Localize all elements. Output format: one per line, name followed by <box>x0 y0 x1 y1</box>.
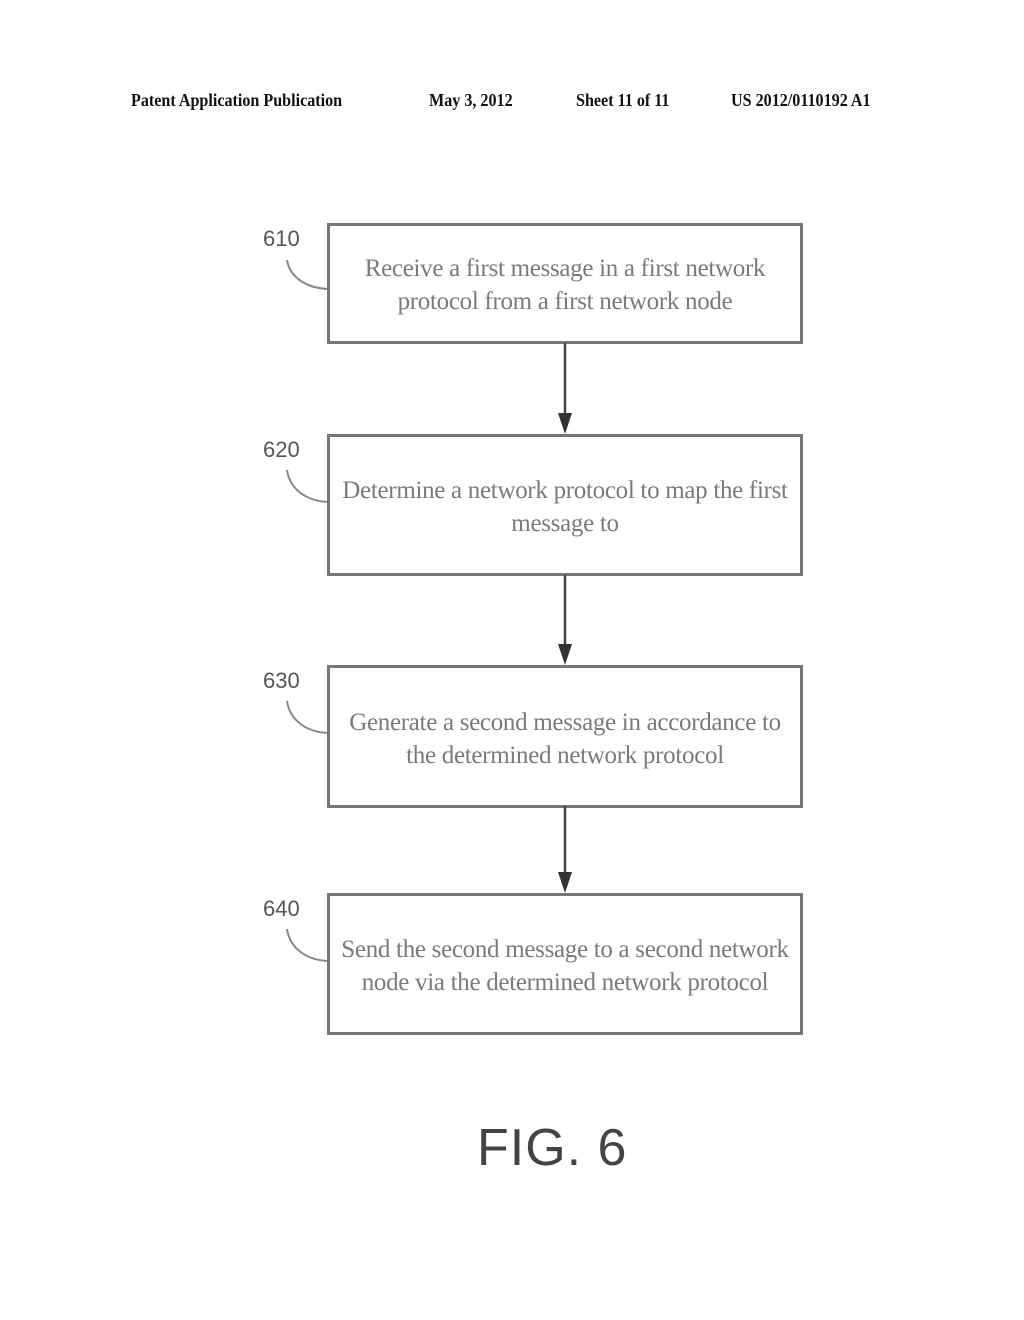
step-620-ref: 620 <box>263 437 300 462</box>
step-610-ref: 610 <box>263 226 300 251</box>
step-610-text-line2: protocol from a first network node <box>397 288 733 315</box>
step-620-text-line2: message to <box>511 510 619 537</box>
step-630-ref: 630 <box>263 668 300 693</box>
step-630-text-line1: Generate a second message in accordance … <box>349 709 781 736</box>
sheet-number: Sheet 11 of 11 <box>576 90 670 110</box>
arrow-620-to-630 <box>558 575 572 665</box>
arrow-610-to-620 <box>558 343 572 434</box>
step-630-leader-line <box>286 700 329 734</box>
step-640-leader-line <box>286 928 329 962</box>
step-630-box: Generate a second message in accordance … <box>327 665 803 808</box>
step-620-text-line1: Determine a network protocol to map the … <box>342 477 788 504</box>
page-header: Patent Application Publication May 3, 20… <box>131 90 891 112</box>
arrow-630-to-640 <box>558 806 572 893</box>
publication-type: Patent Application Publication <box>131 90 343 110</box>
step-630-text-line2: the determined network protocol <box>406 742 724 769</box>
step-640-text-line2: node via the determined network protocol <box>361 969 769 996</box>
step-620-box: Determine a network protocol to map the … <box>327 434 803 576</box>
step-610-leader-line <box>286 259 329 290</box>
publication-date: May 3, 2012 <box>429 90 513 110</box>
step-640-ref: 640 <box>263 896 300 921</box>
step-640-text-line1: Send the second message to a second netw… <box>341 936 789 963</box>
patent-number: US 2012/0110192 A1 <box>731 90 871 110</box>
figure-label: FIG. 6 <box>477 1119 628 1177</box>
step-640-box: Send the second message to a second netw… <box>327 893 803 1035</box>
step-620-leader-line <box>286 469 329 503</box>
step-610-text-line1: Receive a first message in a first netwo… <box>364 255 766 282</box>
step-610-box: Receive a first message in a first netwo… <box>327 223 803 344</box>
